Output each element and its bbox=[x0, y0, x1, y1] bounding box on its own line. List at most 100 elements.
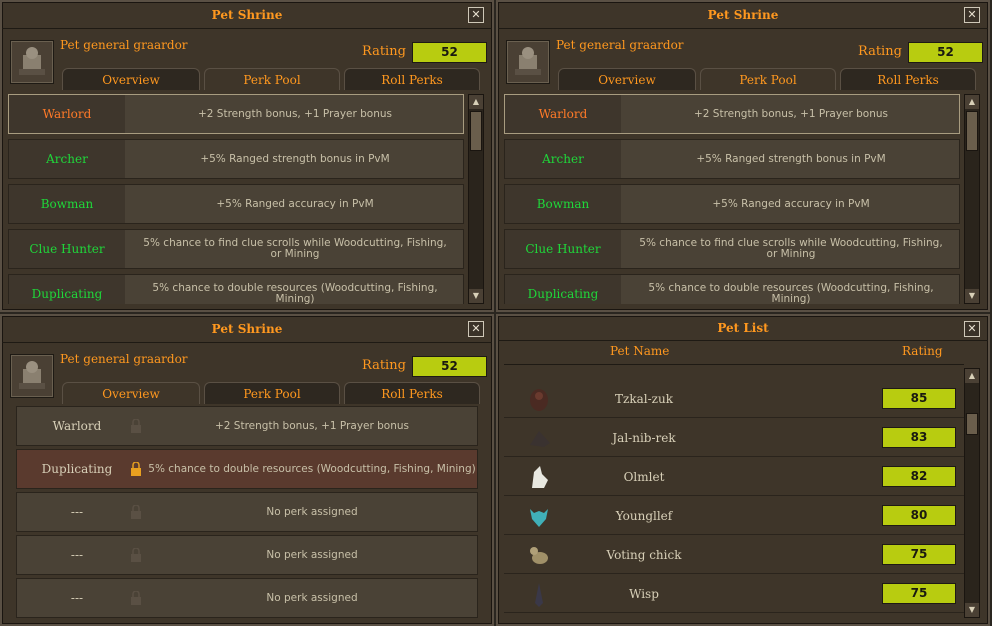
scroll-down-icon[interactable]: ▼ bbox=[965, 289, 979, 303]
perk-row[interactable]: Warlord +2 Strength bonus, +1 Prayer bon… bbox=[504, 94, 960, 134]
scroll-thumb[interactable] bbox=[470, 111, 482, 151]
pet-row[interactable]: Jal-nib-rek 83 bbox=[504, 419, 964, 457]
tab-overview[interactable]: Overview bbox=[62, 68, 200, 90]
pet-row[interactable]: Youngllef 80 bbox=[504, 497, 964, 535]
jal-nib-rek-icon bbox=[526, 425, 552, 451]
slot-perk-desc: No perk assigned bbox=[266, 549, 358, 561]
scrollbar[interactable]: ▲ ▼ bbox=[468, 94, 484, 304]
tab-overview[interactable]: Overview bbox=[62, 382, 200, 404]
scroll-thumb[interactable] bbox=[966, 111, 978, 151]
slot-perk-name: --- bbox=[70, 591, 84, 605]
rating-value: 52 bbox=[412, 42, 487, 63]
pet-row[interactable]: Tzkal-zuk 85 bbox=[504, 380, 964, 418]
pet-name: Tzkal-zuk bbox=[615, 392, 673, 406]
scroll-down-icon[interactable]: ▼ bbox=[469, 289, 483, 303]
pet-name: Voting chick bbox=[606, 548, 682, 562]
perk-desc: +5% Ranged strength bonus in PvM bbox=[696, 152, 886, 165]
tab-roll-perks[interactable]: Roll Perks bbox=[344, 382, 480, 404]
tab-perk-pool[interactable]: Perk Pool bbox=[204, 68, 340, 90]
scrollbar[interactable]: ▲ ▼ bbox=[964, 368, 980, 618]
scrollbar[interactable]: ▲ ▼ bbox=[964, 94, 980, 304]
tab-roll-perks[interactable]: Roll Perks bbox=[840, 68, 976, 90]
pet-name: Jal-nib-rek bbox=[612, 431, 676, 445]
scroll-up-icon[interactable]: ▲ bbox=[965, 369, 979, 383]
close-icon[interactable]: ✕ bbox=[964, 7, 980, 23]
perk-slot[interactable]: Warlord +2 Strength bonus, +1 Prayer bon… bbox=[16, 406, 478, 446]
perk-row[interactable]: Bowman +5% Ranged accuracy in PvM bbox=[8, 184, 464, 224]
perk-name: Archer bbox=[9, 140, 125, 178]
padlock-icon[interactable] bbox=[129, 590, 143, 605]
perk-name: Warlord bbox=[9, 95, 125, 133]
perk-row[interactable]: Clue Hunter 5% chance to find clue scrol… bbox=[504, 229, 960, 269]
pet-name: Pet general graardor bbox=[556, 38, 684, 52]
perk-desc: +2 Strength bonus, +1 Prayer bonus bbox=[197, 107, 393, 120]
close-icon[interactable]: ✕ bbox=[468, 7, 484, 23]
perk-slot[interactable]: --- No perk assigned bbox=[16, 578, 478, 618]
pet-name: Wisp bbox=[629, 587, 659, 601]
padlock-icon[interactable] bbox=[129, 418, 143, 433]
pet-shrine-panel-2: Pet Shrine ✕ Pet general graardor Rating… bbox=[496, 0, 990, 312]
close-icon[interactable]: ✕ bbox=[964, 321, 980, 337]
pet-rating: 83 bbox=[882, 427, 956, 448]
padlock-icon[interactable] bbox=[129, 547, 143, 562]
pet-rating: 75 bbox=[882, 544, 956, 565]
perk-row[interactable]: Duplicating 5% chance to double resource… bbox=[504, 274, 960, 304]
pet-rating: 75 bbox=[882, 583, 956, 604]
perk-row[interactable]: Archer +5% Ranged strength bonus in PvM bbox=[504, 139, 960, 179]
tab-roll-perks[interactable]: Roll Perks bbox=[344, 68, 480, 90]
perk-slot[interactable]: --- No perk assigned bbox=[16, 535, 478, 575]
slot-perk-name: Warlord bbox=[52, 419, 102, 433]
col-header-rating[interactable]: Rating bbox=[902, 344, 943, 364]
padlock-icon[interactable] bbox=[129, 461, 143, 476]
panel-title: Pet Shrine bbox=[2, 316, 492, 343]
pet-shrine-panel-1: Pet Shrine ✕ Pet general graardor Rating… bbox=[0, 0, 494, 312]
olmlet-icon bbox=[526, 464, 552, 490]
tab-perk-pool[interactable]: Perk Pool bbox=[700, 68, 836, 90]
perk-row[interactable]: Bowman +5% Ranged accuracy in PvM bbox=[504, 184, 960, 224]
perk-desc: +5% Ranged accuracy in PvM bbox=[216, 197, 374, 210]
perk-slot[interactable]: --- No perk assigned bbox=[16, 492, 478, 532]
scroll-thumb[interactable] bbox=[966, 413, 978, 435]
perk-desc: 5% chance to find clue scrolls while Woo… bbox=[143, 237, 447, 260]
perk-row[interactable]: Duplicating 5% chance to double resource… bbox=[8, 274, 464, 304]
pet-row[interactable]: Voting chick 75 bbox=[504, 536, 964, 574]
perk-desc: 5% chance to find clue scrolls while Woo… bbox=[639, 237, 943, 260]
graardor-pet-icon bbox=[10, 354, 54, 398]
scroll-up-icon[interactable]: ▲ bbox=[965, 95, 979, 109]
perk-slot-locked[interactable]: Duplicating 5% chance to double resource… bbox=[16, 449, 478, 489]
perk-name: Archer bbox=[505, 140, 621, 178]
tzkal-zuk-icon bbox=[526, 386, 552, 412]
close-icon[interactable]: ✕ bbox=[468, 321, 484, 337]
youngllef-icon bbox=[526, 503, 552, 529]
pet-rating: 85 bbox=[882, 388, 956, 409]
pet-name: Pet general graardor bbox=[60, 38, 188, 52]
slot-perk-name: Duplicating bbox=[41, 462, 113, 476]
padlock-icon[interactable] bbox=[129, 504, 143, 519]
slot-perk-desc: No perk assigned bbox=[266, 506, 358, 518]
perk-desc: +2 Strength bonus, +1 Prayer bonus bbox=[693, 107, 889, 120]
perk-row[interactable]: Warlord +2 Strength bonus, +1 Prayer bon… bbox=[8, 94, 464, 134]
pet-list-panel: Pet List ✕ Pet Name Rating Tzkal-zuk 85 … bbox=[496, 314, 990, 626]
slot-perk-desc: No perk assigned bbox=[266, 592, 358, 604]
scroll-down-icon[interactable]: ▼ bbox=[965, 603, 979, 617]
perk-row[interactable]: Clue Hunter 5% chance to find clue scrol… bbox=[8, 229, 464, 269]
perk-desc: 5% chance to double resources (Woodcutti… bbox=[152, 282, 438, 305]
panel-title: Pet Shrine bbox=[2, 2, 492, 29]
perk-pool-list: Warlord +2 Strength bonus, +1 Prayer bon… bbox=[504, 94, 960, 304]
pet-row[interactable]: Olmlet 82 bbox=[504, 458, 964, 496]
panel-title: Pet List bbox=[498, 316, 988, 341]
perk-name: Clue Hunter bbox=[505, 230, 621, 268]
wisp-icon bbox=[526, 581, 552, 607]
tab-perk-pool[interactable]: Perk Pool bbox=[204, 382, 340, 404]
tab-overview[interactable]: Overview bbox=[558, 68, 696, 90]
perk-row[interactable]: Archer +5% Ranged strength bonus in PvM bbox=[8, 139, 464, 179]
slot-perk-desc: +2 Strength bonus, +1 Prayer bonus bbox=[214, 420, 410, 432]
pet-name: Youngllef bbox=[615, 509, 673, 523]
scroll-up-icon[interactable]: ▲ bbox=[469, 95, 483, 109]
graardor-pet-icon bbox=[506, 40, 550, 84]
perk-name: Duplicating bbox=[505, 275, 621, 304]
pet-row[interactable]: Wisp 75 bbox=[504, 575, 964, 613]
panel-title: Pet Shrine bbox=[498, 2, 988, 29]
slot-perk-name: --- bbox=[70, 548, 84, 562]
col-header-name[interactable]: Pet Name bbox=[610, 344, 669, 364]
